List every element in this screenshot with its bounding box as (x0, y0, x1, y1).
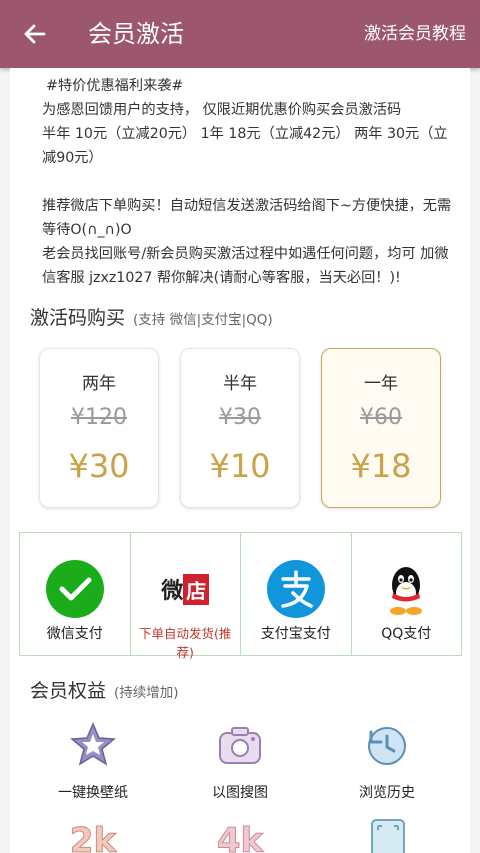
plan-name: 两年 (82, 374, 116, 394)
4k-icon: 4k (216, 821, 265, 853)
plan-price: ¥30 (68, 447, 130, 485)
payment-label: 微信支付 (46, 626, 103, 642)
benefits-section-title: 会员权益 (持续增加) (30, 676, 179, 703)
page-title: 会员激活 (88, 20, 184, 48)
phone-icon (371, 819, 405, 853)
promo-notice: #特价优惠福利来袭# 为感恩回馈用户的支持， 仅限近期优惠价购买会员激活码 半年… (28, 74, 454, 290)
plan-name: 一年 (364, 374, 398, 394)
alipay-icon (266, 560, 325, 618)
benefit-wallpaper[interactable]: 一键换壁纸 (28, 720, 158, 802)
plan-card-one-year[interactable]: 一年 ¥60 ¥18 (321, 348, 441, 508)
camera-icon (219, 727, 261, 764)
arrow-left-icon (24, 24, 46, 44)
benefit-label: 一键换壁纸 (58, 785, 128, 801)
plan-name: 半年 (223, 374, 257, 394)
2k-icon: 2k (69, 821, 118, 853)
purchase-subtitle: (支持 微信|支付宝|QQ) (133, 312, 273, 328)
tutorial-link[interactable]: 激活会员教程 (364, 20, 466, 48)
wallpaper-icon (70, 722, 116, 766)
payment-label: 支付宝支付 (260, 626, 331, 642)
notice-line: 老会员找回账号/新会员购买激活过程中如遇任何问题，均可 加微信客服 jzxz10… (42, 246, 449, 286)
back-button[interactable] (18, 18, 52, 50)
purchase-title: 激活码购买 (30, 307, 126, 329)
app-header: 会员激活 激活会员教程 (0, 0, 480, 68)
benefit-label: 以图搜图 (212, 785, 268, 801)
notice-line: 半年 10元（立减20元） 1年 18元（立减42元） 两年 30元（立减90元… (42, 126, 448, 166)
wechat-pay-button[interactable]: 微信支付 (20, 533, 131, 655)
plan-original-price: ¥30 (219, 405, 261, 430)
svg-text:2k: 2k (70, 821, 118, 853)
notice-line: 推荐微店下单购买！自动短信发送激活码给阁下~方便快捷，无需等待O(∩_∩)O (42, 198, 452, 238)
payment-label: 下单自动发货(推荐) (139, 626, 232, 660)
plan-card-two-years[interactable]: 两年 ¥120 ¥30 (39, 348, 159, 508)
notice-line: #特价优惠福利来袭# (46, 78, 184, 94)
weidian-button[interactable]: 微店 下单自动发货(推荐) (131, 533, 241, 660)
benefit-history[interactable]: 浏览历史 (322, 720, 452, 802)
benefits-title: 会员权益 (30, 680, 107, 702)
weidian-icon: 微店 (155, 559, 215, 619)
svg-text:4k: 4k (217, 821, 265, 853)
history-icon (368, 727, 406, 765)
qq-pay-button[interactable]: QQ支付 (352, 533, 462, 655)
plan-price: ¥18 (350, 447, 412, 485)
notice-line: 为感恩回馈用户的支持， 仅限近期优惠价购买会员激活码 (42, 102, 402, 118)
plan-original-price: ¥120 (71, 405, 127, 430)
alipay-button[interactable]: 支付宝支付 (241, 533, 352, 655)
plan-original-price: ¥60 (360, 405, 402, 430)
benefits-subtitle: (持续增加) (114, 685, 179, 701)
plan-card-half-year[interactable]: 半年 ¥30 ¥10 (180, 348, 300, 508)
wechat-pay-icon (45, 560, 104, 618)
benefit-label: 浏览历史 (359, 785, 415, 801)
payment-label: QQ支付 (381, 626, 432, 642)
purchase-section-title: 激活码购买 (支持 微信|支付宝|QQ) (30, 303, 273, 330)
plan-price: ¥10 (209, 447, 271, 485)
payment-options: 微信支付 微店 下单自动发货(推荐) 支付宝支付 QQ支付 (19, 532, 462, 660)
benefit-image-search[interactable]: 以图搜图 (175, 720, 305, 802)
qq-icon (390, 567, 423, 615)
